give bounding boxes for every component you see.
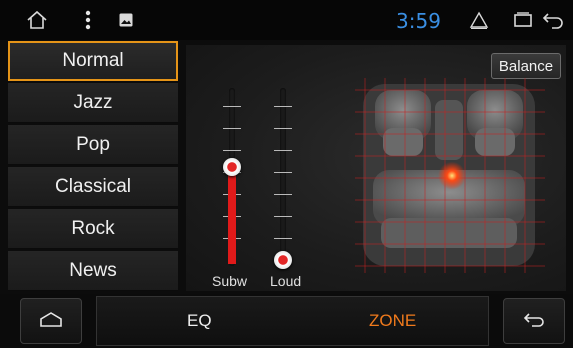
preset-classical[interactable]: Classical (8, 167, 178, 207)
home-outline-icon[interactable] (22, 0, 52, 40)
back-button[interactable] (503, 298, 565, 344)
preset-normal[interactable]: Normal (8, 41, 178, 81)
clock: 3:59 (396, 9, 441, 33)
preset-label: News (69, 259, 117, 281)
preset-label: Pop (76, 133, 110, 155)
slider-tick (274, 106, 292, 107)
home-icon (38, 310, 64, 333)
slider-tick (223, 106, 241, 107)
more-vert-icon[interactable] (78, 0, 98, 40)
car-seats-image (355, 78, 545, 273)
return-arrow-icon (522, 310, 546, 333)
slider-tick (274, 216, 292, 217)
back-arrow-icon[interactable] (540, 0, 566, 40)
preset-pop[interactable]: Pop (8, 125, 178, 165)
loud-slider-knob[interactable] (274, 251, 292, 269)
slider-tick (274, 238, 292, 239)
slider-tick (223, 150, 241, 151)
slider-tick (274, 150, 292, 151)
tab-bar: EQ ZONE (96, 296, 489, 346)
recent-apps-icon[interactable] (510, 0, 536, 40)
subw-level-fill (228, 166, 236, 264)
home-button[interactable] (20, 298, 82, 344)
gallery-icon (116, 0, 136, 40)
subw-slider-knob[interactable] (223, 157, 241, 176)
balance-button[interactable]: Balance (491, 53, 561, 79)
balance-focus-point[interactable] (438, 161, 466, 190)
slider-tick (274, 128, 292, 129)
alert-triangle-icon (466, 0, 492, 40)
preset-label: Jazz (73, 91, 113, 113)
preset-jazz[interactable]: Jazz (8, 83, 178, 123)
tab-zone[interactable]: ZONE (369, 297, 429, 345)
loud-label: Loud (270, 273, 302, 289)
slider-tick (274, 194, 292, 195)
tab-eq[interactable]: EQ (187, 297, 227, 345)
slider-tick (223, 128, 241, 129)
preset-label: Normal (62, 50, 124, 71)
status-bar: 3:59 (0, 0, 573, 40)
preset-rock[interactable]: Rock (8, 209, 178, 249)
preset-label: Classical (54, 175, 132, 197)
preset-label: Rock (71, 217, 115, 239)
slider-tick (274, 172, 292, 173)
subw-label: Subw (212, 273, 248, 289)
balance-seat-map[interactable] (355, 78, 545, 273)
preset-news[interactable]: News (8, 251, 178, 291)
loud-slider-track[interactable] (280, 88, 286, 266)
